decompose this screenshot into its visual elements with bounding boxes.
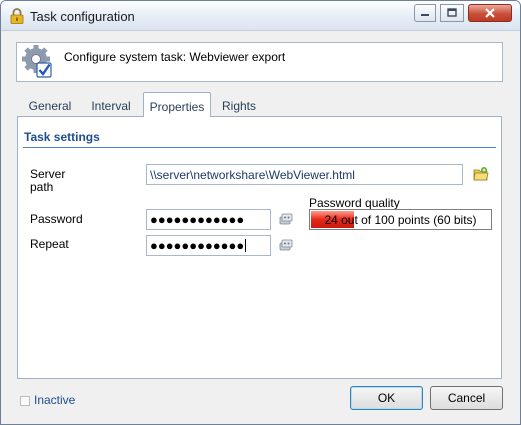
properties-panel: Task settings Server path \\server\netwo…	[17, 116, 502, 379]
server-path-value: \\server\networkshare\WebViewer.html	[150, 168, 355, 182]
section-title: Task settings	[24, 130, 100, 144]
tab-general[interactable]: General	[20, 94, 80, 116]
close-icon	[485, 8, 495, 18]
gear-checkmark-icon	[22, 45, 52, 78]
tab-general-label: General	[28, 99, 72, 113]
cancel-button-label: Cancel	[447, 391, 486, 405]
password-value: ●●●●●●●●●●●●	[150, 212, 245, 227]
repeat-password-value: ●●●●●●●●●●●●	[150, 238, 245, 253]
ok-button-label: OK	[377, 391, 396, 405]
task-header-title: Configure system task: Webviewer export	[64, 50, 286, 64]
password-quality-text: 24 out of 100 points (60 bits)	[324, 213, 477, 227]
tab-properties-label: Properties	[149, 100, 205, 114]
text-caret	[245, 239, 247, 252]
repeat-password-input[interactable]: ●●●●●●●●●●●●	[146, 235, 271, 256]
task-configuration-window: Task configuration Configure system task…	[0, 0, 521, 425]
tab-properties[interactable]: Properties	[143, 92, 211, 117]
inactive-checkbox[interactable]	[20, 396, 30, 406]
maximize-icon	[447, 8, 457, 17]
title-bar[interactable]: Task configuration	[1, 1, 520, 31]
cancel-button[interactable]: Cancel	[430, 386, 503, 410]
tab-interval-label: Interval	[91, 99, 131, 113]
section-divider	[23, 147, 496, 148]
server-path-label-line1: Server	[30, 167, 66, 181]
maximize-button[interactable]	[440, 4, 464, 22]
password-quality-meter: 24 out of 100 points (60 bits)	[309, 209, 492, 230]
close-button[interactable]	[468, 4, 512, 22]
server-path-input[interactable]: \\server\networkshare\WebViewer.html	[146, 164, 463, 185]
tab-rights-label: Rights	[221, 99, 256, 113]
password-input[interactable]: ●●●●●●●●●●●●	[146, 209, 271, 230]
lock-icon	[10, 8, 24, 24]
password-quality-label: Password quality	[309, 196, 400, 210]
minimize-button[interactable]	[414, 4, 436, 22]
folder-browse-icon[interactable]	[473, 166, 489, 182]
tab-interval[interactable]: Interval	[80, 94, 142, 116]
tab-rights[interactable]: Rights	[212, 94, 266, 116]
server-path-label-line2: path	[30, 180, 54, 194]
window-title: Task configuration	[30, 9, 135, 24]
ok-button[interactable]: OK	[350, 386, 423, 410]
repeat-label: Repeat	[30, 237, 69, 251]
inactive-label[interactable]: Inactive	[34, 393, 75, 407]
minimize-icon	[421, 14, 429, 16]
key-generate-icon[interactable]	[278, 237, 294, 253]
key-generate-icon[interactable]	[278, 211, 294, 227]
task-header-panel: Configure system task: Webviewer export	[16, 42, 503, 82]
password-label: Password	[30, 212, 83, 226]
